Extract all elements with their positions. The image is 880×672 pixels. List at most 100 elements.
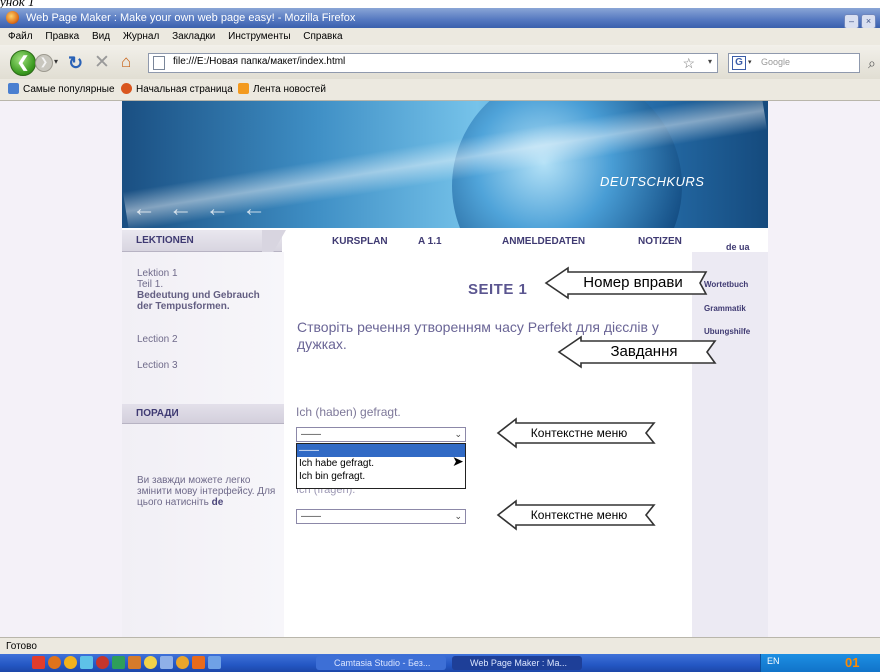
figure-caption: унок 1 (0, 0, 35, 9)
windows-taskbar: Camtasia Studio - Без... Web Page Maker … (0, 654, 880, 672)
url-text[interactable]: file:///E:/Новая папка/макет/index.html (173, 56, 345, 67)
opera-icon[interactable] (32, 656, 45, 669)
dropdown-option[interactable]: Ich bin gefragt. (297, 470, 465, 483)
mouse-cursor-icon: ➤ (452, 453, 464, 469)
menu-tools[interactable]: Инструменты (228, 31, 290, 42)
nav-notizen[interactable]: NOTIZEN (638, 236, 682, 247)
lesson-part-1[interactable]: Teil 1. (137, 279, 163, 290)
app-icon[interactable] (112, 656, 125, 669)
tips-lang-code: de (211, 497, 224, 508)
menu-view[interactable]: Вид (92, 31, 110, 42)
app-icon[interactable] (192, 656, 205, 669)
firefox-icon[interactable] (48, 656, 61, 669)
search-icon[interactable]: ⌕ (868, 55, 876, 72)
menu-edit[interactable]: Правка (45, 31, 79, 42)
app-icon[interactable] (208, 656, 221, 669)
forward-button[interactable]: ❯ (35, 54, 53, 72)
app-icon[interactable] (160, 656, 173, 669)
app-icon[interactable] (176, 656, 189, 669)
minimize-button[interactable]: – (844, 14, 859, 29)
bookmarks-toolbar: Самые популярные Начальная страница Лент… (0, 79, 880, 101)
url-dropdown-icon[interactable]: ▾ (708, 57, 712, 66)
link-grammatik[interactable]: Grammatik (704, 304, 746, 313)
dropdown-option[interactable]: Ich habe gefragt. (297, 457, 465, 470)
firefox-icon (121, 83, 132, 94)
app-icon[interactable] (144, 656, 157, 669)
page-viewport: ← ← ← ← DEUTSCHKURS LEKTIONEN KURSPLAN A… (0, 101, 880, 637)
taskbar-item-firefox[interactable]: Web Page Maker : Ма... (452, 656, 582, 670)
app-icon[interactable] (128, 656, 141, 669)
nav-kursplan[interactable]: KURSPLAN (332, 236, 388, 247)
callout-context-menu-2: Контекстне меню (496, 499, 656, 531)
back-button[interactable]: ❮ (10, 50, 36, 76)
window-title: Web Page Maker : Make your own web page … (26, 12, 356, 24)
address-bar[interactable]: file:///E:/Новая папка/макет/index.html … (148, 53, 718, 73)
header-slant (262, 230, 302, 252)
select-value: —— (301, 511, 321, 522)
navigation-toolbar: ❮ ❯ ▾ ↻ ✕ ⌂ file:///E:/Новая папка/макет… (0, 45, 880, 79)
lesson-link-1[interactable]: Lektion 1 (137, 268, 178, 279)
callout-task: Завдання (557, 335, 717, 369)
lesson-link-3[interactable]: Lection 3 (137, 360, 178, 371)
keyboard-language[interactable]: EN (767, 656, 780, 666)
answer-select-2[interactable]: —— ⌄ (296, 509, 466, 524)
bookmark-start-page[interactable]: Начальная страница (121, 79, 233, 100)
bookmark-news[interactable]: Лента новостей (238, 79, 326, 100)
menu-bookmarks[interactable]: Закладки (172, 31, 215, 42)
chevron-down-icon: ⌄ (454, 511, 462, 521)
firefox-icon (6, 11, 19, 24)
home-icon[interactable]: ⌂ (121, 52, 131, 72)
close-button[interactable]: × (861, 14, 876, 29)
nav-anmeldedaten[interactable]: ANMELDEDATEN (502, 236, 585, 247)
link-woerterbuch[interactable]: Wortetbuch (704, 280, 748, 289)
google-icon[interactable]: G (732, 56, 746, 70)
site-banner: ← ← ← ← DEUTSCHKURS (122, 101, 768, 228)
menu-file[interactable]: Файл (8, 31, 33, 42)
stop-icon[interactable]: ✕ (94, 51, 110, 74)
page-icon (153, 56, 165, 70)
status-text: Готово (6, 641, 37, 652)
callout-label: Номер вправи (583, 274, 683, 291)
page-number: SEITE 1 (468, 281, 528, 298)
bookmarks-folder-icon (8, 83, 19, 94)
callout-label: Контекстне меню (530, 426, 628, 440)
browser-icon[interactable] (64, 656, 77, 669)
folder-icon[interactable] (80, 656, 93, 669)
callout-label: Контекстне меню (530, 508, 628, 522)
chevron-down-icon: ⌄ (454, 429, 462, 439)
answer-select-1[interactable]: —— ⌄ (296, 427, 466, 442)
site-title: DEUTSCHKURS (600, 174, 705, 189)
answer-dropdown-list[interactable]: —— Ich habe gefragt. Ich bin gefragt. (296, 443, 466, 489)
history-dropdown-icon[interactable]: ▾ (54, 57, 58, 66)
tips-header: ПОРАДИ (122, 404, 284, 424)
search-input[interactable]: Google (761, 57, 790, 67)
callout-context-menu-1: Контекстне меню (496, 417, 656, 449)
language-switch[interactable]: de ua (726, 242, 750, 252)
callout-exercise-number: Номер вправи (544, 266, 708, 300)
dropdown-option[interactable]: —— (297, 444, 465, 457)
quick-launch (32, 656, 224, 669)
bookmark-label: Самые популярные (23, 84, 115, 95)
taskbar-item-camtasia[interactable]: Camtasia Studio - Без... (316, 656, 446, 670)
callout-label: Завдання (610, 343, 678, 360)
search-bar[interactable]: G ▾ Google (728, 53, 860, 73)
arrows-graphic: ← ← ← ← (132, 195, 270, 222)
system-tray: EN 01 (760, 654, 880, 672)
question-1: Ich (haben) gefragt. (296, 405, 401, 419)
select-value: —— (301, 429, 321, 440)
bookmark-popular[interactable]: Самые популярные (8, 79, 115, 100)
nav-level[interactable]: A 1.1 (418, 236, 442, 247)
lesson-link-2[interactable]: Lection 2 (137, 334, 178, 345)
clock[interactable]: 01 (845, 655, 859, 670)
lesson-part-title[interactable]: Bedeutung und Gebrauch der Tempusformen. (137, 290, 277, 312)
bookmark-label: Лента новостей (253, 84, 326, 95)
menu-history[interactable]: Журнал (123, 31, 160, 42)
window-titlebar[interactable]: Web Page Maker : Make your own web page … (0, 8, 880, 29)
lektionen-header: LEKTIONEN (122, 230, 282, 252)
search-engine-dropdown-icon[interactable]: ▾ (748, 58, 752, 66)
bookmark-star-icon[interactable]: ☆ (682, 54, 695, 72)
status-bar: Готово (0, 637, 880, 654)
menu-help[interactable]: Справка (303, 31, 342, 42)
reload-icon[interactable]: ↻ (68, 53, 83, 74)
media-icon[interactable] (96, 656, 109, 669)
